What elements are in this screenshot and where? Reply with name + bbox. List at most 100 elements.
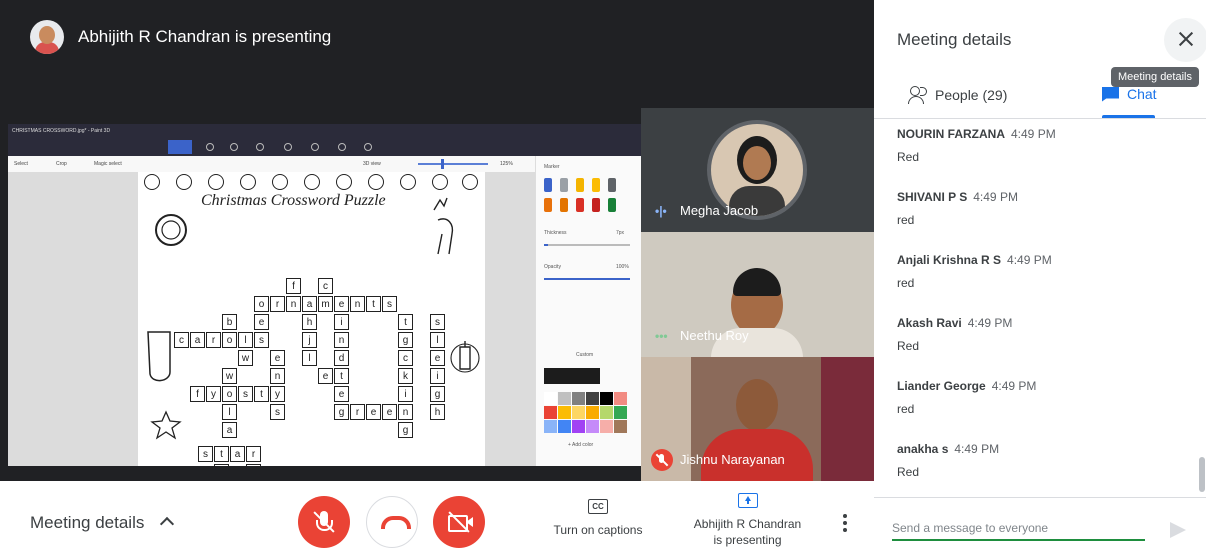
crossword-cell: s xyxy=(382,296,397,312)
chat-message: SHIVANI P S 4:49 PM red xyxy=(897,188,1197,251)
participant-tile-neethu[interactable]: ••• Neethu Roy xyxy=(641,232,874,357)
crossword-cell: b xyxy=(222,314,237,330)
presenting-button[interactable]: Abhijith R Chandran is presenting xyxy=(680,493,815,548)
crossword-cell: l xyxy=(430,332,445,348)
camera-toggle-button[interactable] xyxy=(433,496,485,548)
presenter-avatar xyxy=(30,20,64,54)
crossword-cell: y xyxy=(206,386,221,402)
marker-panel-title: Marker xyxy=(544,164,560,170)
captions-button[interactable]: CC Turn on captions xyxy=(546,499,650,537)
palette-swatch xyxy=(600,420,613,433)
microphone-toggle-button[interactable] xyxy=(298,496,350,548)
presenter-title: Abhijith R Chandran is presenting xyxy=(78,27,332,46)
ornament-icon xyxy=(368,174,384,190)
chat-scrollbar[interactable] xyxy=(1199,457,1205,492)
palette-swatch xyxy=(558,420,571,433)
message-sender: NOURIN FARZANA xyxy=(897,127,1005,141)
ornament-icon xyxy=(272,174,288,190)
paint-window-title: CHRISTMAS CROSSWORD.jpg* - Paint 3D xyxy=(8,124,641,138)
crossword-cell: a xyxy=(222,422,237,438)
zoom-slider xyxy=(418,163,488,165)
crossword-cell: h xyxy=(430,404,445,420)
close-panel-button[interactable] xyxy=(1164,18,1206,62)
crossword-cell: l xyxy=(238,332,253,348)
crossword-cell: o xyxy=(222,332,237,348)
magic-select-tool: Magic select xyxy=(94,161,122,167)
crossword-cell: t xyxy=(214,446,229,462)
message-text: red xyxy=(897,276,915,290)
speaking-indicator-icon: •|• xyxy=(655,204,667,218)
crossword-cell: f xyxy=(286,278,301,294)
participant-name: Jishnu Narayanan xyxy=(680,452,785,467)
chevron-up-icon[interactable] xyxy=(159,516,175,532)
crossword-cell: t xyxy=(366,296,381,312)
palette-swatch xyxy=(544,406,557,419)
palette-swatch xyxy=(572,406,585,419)
crossword-cell: h xyxy=(214,464,229,466)
crossword-cell: e xyxy=(246,464,261,466)
crossword-cell: k xyxy=(398,368,413,384)
crossword-cell: c xyxy=(398,350,413,366)
divider xyxy=(874,497,1206,498)
message-time: 4:49 PM xyxy=(967,316,1013,330)
3d-shape-tool-icon xyxy=(256,143,264,151)
fill-icon xyxy=(608,198,616,212)
present-screen-icon xyxy=(737,493,758,508)
crossword-cell: e xyxy=(430,350,445,366)
crossword-cell: a xyxy=(302,296,317,312)
participant-tile-jishnu[interactable]: Jishnu Narayanan xyxy=(641,357,874,481)
add-color-button: + Add color xyxy=(568,442,594,448)
send-icon[interactable] xyxy=(1170,522,1186,538)
effects-tool-icon xyxy=(311,143,319,151)
crossword-cell: a xyxy=(230,446,245,462)
participant-name: Neethu Roy xyxy=(680,328,749,343)
palette-swatch xyxy=(614,420,627,433)
oil-brush-icon xyxy=(576,178,584,192)
marker-tool-icon xyxy=(544,178,552,192)
tab-people[interactable]: People (29) xyxy=(908,86,1007,104)
puzzle-title: Christmas Crossword Puzzle xyxy=(201,192,386,209)
chat-message: Akash Ravi 4:49 PM Red xyxy=(897,314,1197,377)
chat-message-input[interactable] xyxy=(892,517,1145,541)
presenting-label: Abhijith R Chandran is presenting xyxy=(680,516,815,548)
palette-swatch xyxy=(614,406,627,419)
crossword-cell: n xyxy=(398,404,413,420)
message-time: 4:49 PM xyxy=(954,442,1000,456)
opacity-label: Opacity xyxy=(544,264,561,270)
ornament-icon xyxy=(208,174,224,190)
watercolor-icon xyxy=(592,178,600,192)
panel-title: Meeting details xyxy=(897,30,1012,49)
message-text: Red xyxy=(897,150,920,164)
chat-message-list[interactable]: NOURIN FARZANA 4:49 PM Red SHIVANI P S 4:49… xyxy=(897,125,1197,503)
message-sender: Akash Ravi xyxy=(897,316,962,330)
zoom-level: 125% xyxy=(500,161,513,167)
canvas-background-left xyxy=(8,172,138,466)
meeting-details-toggle[interactable]: Meeting details xyxy=(30,513,144,533)
palette-swatch xyxy=(544,420,557,433)
crossword-cell: w xyxy=(238,350,253,366)
wreath-icon xyxy=(155,214,187,246)
more-options-icon[interactable] xyxy=(843,514,847,535)
participant-name: Megha Jacob xyxy=(680,203,759,218)
reindeer-icon xyxy=(433,197,454,255)
muted-mic-icon xyxy=(651,449,673,471)
crossword-cell: d xyxy=(334,350,349,366)
tab-chat[interactable]: Chat xyxy=(1102,86,1157,102)
closed-captions-icon: CC xyxy=(588,499,608,514)
participant-tile-megha[interactable]: •|• Megha Jacob xyxy=(641,108,874,232)
chat-message: Anjali Krishna R S 4:49 PM red xyxy=(897,251,1197,314)
meeting-details-panel: Meeting details Meeting details People (… xyxy=(874,0,1206,551)
crossword-cell: s xyxy=(430,314,445,330)
chat-message: NOURIN FARZANA 4:49 PM Red xyxy=(897,125,1197,188)
crossword-cell: w xyxy=(222,368,237,384)
crossword-cell: s xyxy=(254,332,269,348)
message-time: 4:49 PM xyxy=(1011,127,1056,141)
ornament-icon xyxy=(462,174,478,190)
crossword-cell: g xyxy=(398,422,413,438)
crayon-icon xyxy=(560,198,568,212)
crossword-cell: i xyxy=(430,368,445,384)
crossword-cell: e xyxy=(334,386,349,402)
bottom-control-bar: Meeting details CC Turn on captions Abhi… xyxy=(0,481,874,551)
leave-call-button[interactable] xyxy=(366,496,418,548)
crossword-cell: c xyxy=(174,332,189,348)
